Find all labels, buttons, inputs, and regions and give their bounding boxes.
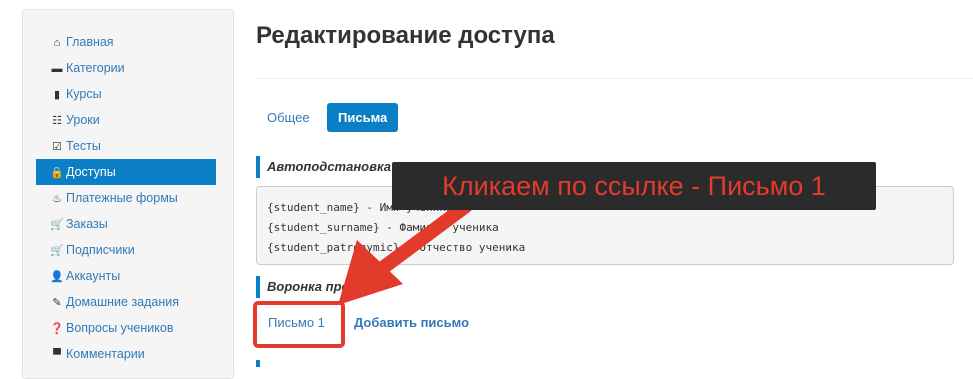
annotation-callout: Кликаем по ссылке - Письмо 1 xyxy=(392,162,876,210)
